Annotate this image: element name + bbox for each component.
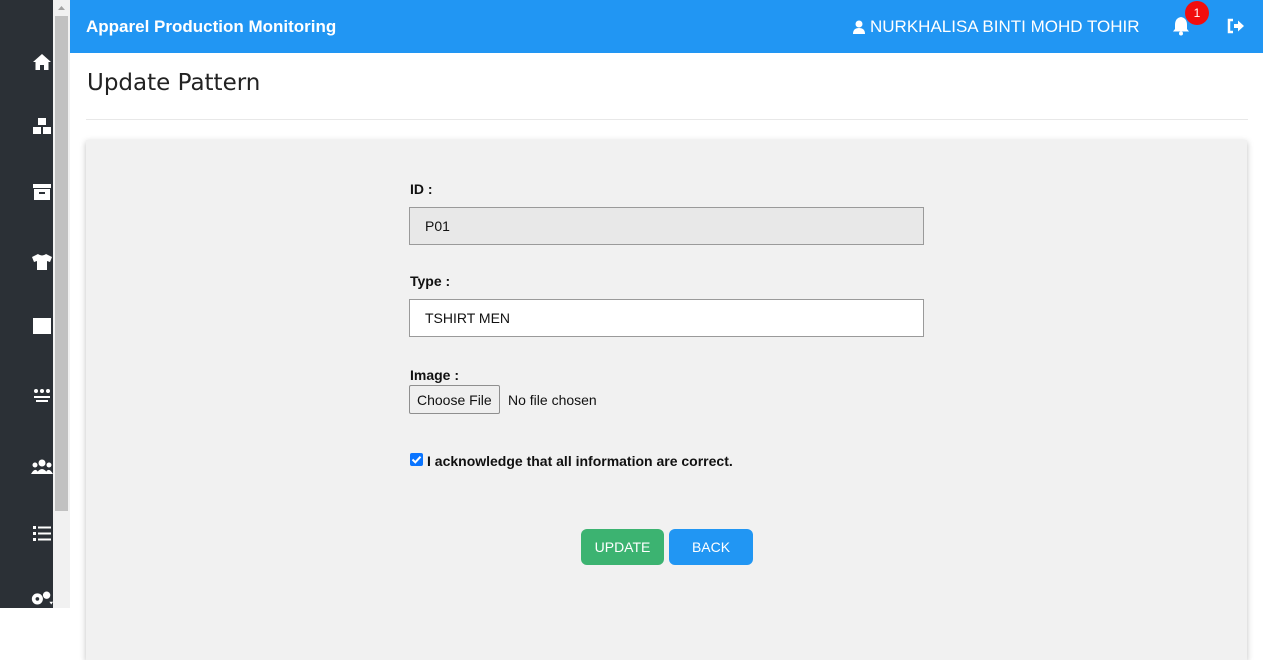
boxes-icon[interactable] [30,114,54,138]
scroll-thumb[interactable] [55,16,68,511]
top-navbar: Apparel Production Monitoring NURKHALISA… [70,0,1263,53]
update-button[interactable]: UPDATE [581,529,664,565]
user-icon [853,20,865,34]
file-status: No file chosen [508,392,597,408]
page-title: Update Pattern [87,70,261,96]
archive-icon[interactable] [30,180,54,204]
pattern-icon[interactable] [30,384,54,408]
divider [86,119,1248,120]
list-icon[interactable] [30,521,54,545]
notification-badge[interactable]: 1 [1185,1,1209,25]
type-field[interactable]: TSHIRT MEN [409,299,924,337]
back-button[interactable]: BACK [669,529,753,565]
tshirt-icon[interactable] [30,250,54,274]
scroll-up-arrow-icon[interactable] [53,0,70,16]
type-label: Type : [410,273,451,289]
settings-icon[interactable] [30,586,54,610]
type-value: TSHIRT MEN [425,310,511,326]
user-name: NURKHALISA BINTI MOHD TOHIR [870,17,1140,36]
square-icon[interactable] [30,314,54,338]
id-value: P01 [425,218,450,234]
acknowledge-label[interactable]: I acknowledge that all information are c… [427,453,733,469]
acknowledge-checkbox[interactable] [410,453,423,466]
logout-icon[interactable] [1227,18,1245,39]
home-icon[interactable] [30,50,54,74]
vertical-scrollbar[interactable] [53,0,70,608]
image-label: Image : [410,367,460,383]
sidebar [0,0,54,610]
id-field[interactable]: P01 [409,207,924,245]
choose-file-button[interactable]: Choose File [409,385,500,414]
user-menu[interactable]: NURKHALISA BINTI MOHD TOHIR [852,17,1140,37]
checkmark-icon [411,456,422,464]
id-label: ID : [410,181,433,197]
users-icon[interactable] [30,455,54,479]
app-title[interactable]: Apparel Production Monitoring [86,17,336,37]
